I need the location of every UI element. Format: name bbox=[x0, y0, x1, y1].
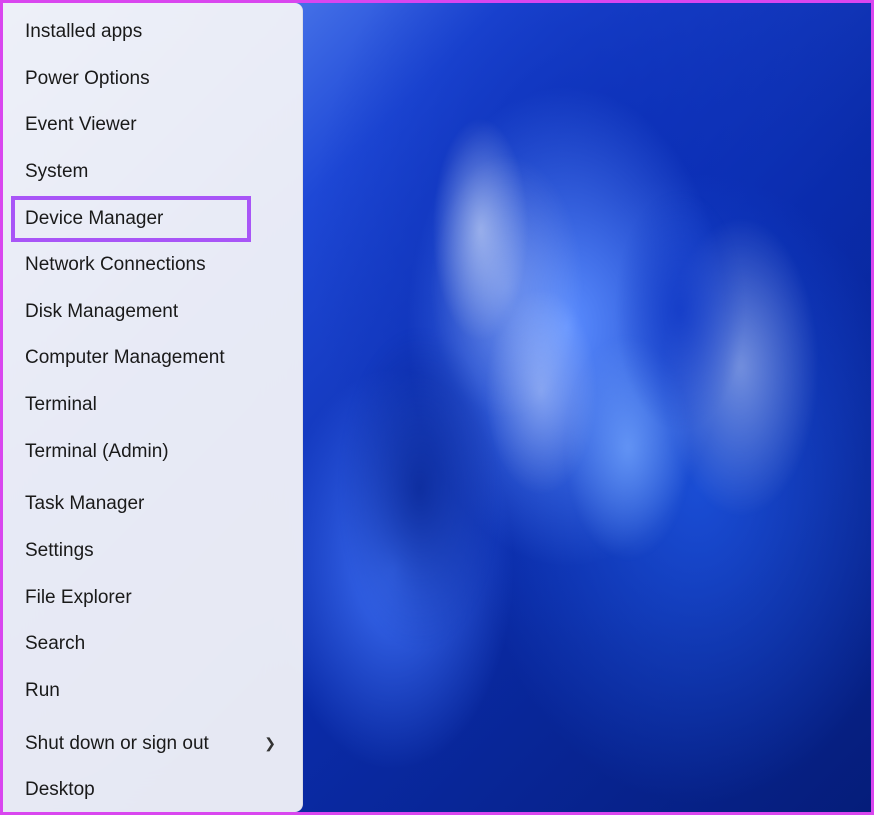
menu-item-label: File Explorer bbox=[25, 585, 132, 611]
menu-item-label: Device Manager bbox=[25, 206, 163, 232]
menu-item-desktop[interactable]: Desktop bbox=[3, 767, 302, 814]
menu-item-terminal-admin[interactable]: Terminal (Admin) bbox=[3, 429, 302, 476]
menu-item-computer-management[interactable]: Computer Management bbox=[3, 335, 302, 382]
menu-item-power-options[interactable]: Power Options bbox=[3, 56, 302, 103]
menu-item-system[interactable]: System bbox=[3, 149, 302, 196]
menu-item-label: Terminal (Admin) bbox=[25, 439, 169, 465]
menu-item-label: Computer Management bbox=[25, 345, 225, 371]
menu-item-event-viewer[interactable]: Event Viewer bbox=[3, 102, 302, 149]
menu-item-label: Run bbox=[25, 678, 60, 704]
chevron-right-icon: ❯ bbox=[264, 734, 276, 753]
menu-item-label: Installed apps bbox=[25, 19, 142, 45]
winx-context-menu: Installed apps Power Options Event Viewe… bbox=[3, 3, 303, 812]
menu-item-terminal[interactable]: Terminal bbox=[3, 382, 302, 429]
menu-item-label: Network Connections bbox=[25, 252, 206, 278]
menu-item-settings[interactable]: Settings bbox=[3, 528, 302, 575]
menu-item-task-manager[interactable]: Task Manager bbox=[3, 481, 302, 528]
menu-item-label: Terminal bbox=[25, 392, 97, 418]
menu-item-disk-management[interactable]: Disk Management bbox=[3, 289, 302, 336]
menu-item-device-manager[interactable]: Device Manager bbox=[3, 196, 302, 243]
menu-item-label: System bbox=[25, 159, 88, 185]
menu-item-label: Event Viewer bbox=[25, 112, 137, 138]
menu-item-installed-apps[interactable]: Installed apps bbox=[3, 9, 302, 56]
menu-item-label: Task Manager bbox=[25, 491, 144, 517]
menu-item-search[interactable]: Search bbox=[3, 621, 302, 668]
menu-item-label: Settings bbox=[25, 538, 94, 564]
menu-item-file-explorer[interactable]: File Explorer bbox=[3, 575, 302, 622]
menu-item-label: Desktop bbox=[25, 777, 95, 803]
menu-item-network-connections[interactable]: Network Connections bbox=[3, 242, 302, 289]
menu-item-shut-down-or-sign-out[interactable]: Shut down or sign out ❯ bbox=[3, 721, 302, 768]
menu-item-label: Power Options bbox=[25, 66, 150, 92]
menu-item-label: Shut down or sign out bbox=[25, 731, 209, 757]
menu-item-run[interactable]: Run bbox=[3, 668, 302, 715]
menu-item-label: Search bbox=[25, 631, 85, 657]
menu-item-label: Disk Management bbox=[25, 299, 178, 325]
